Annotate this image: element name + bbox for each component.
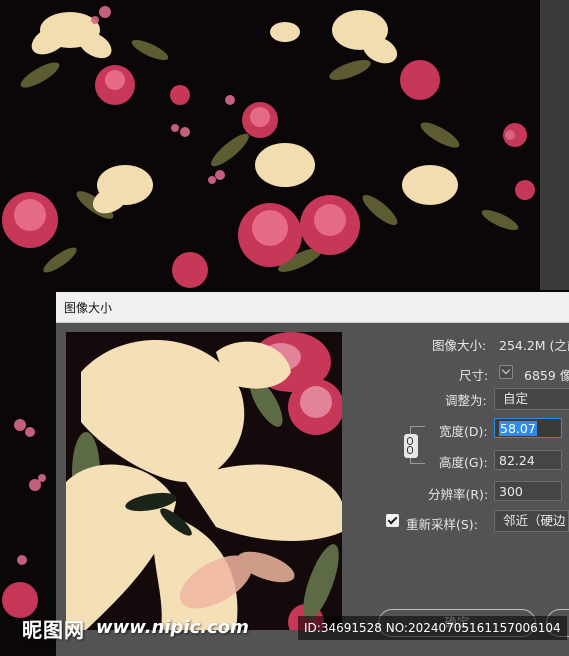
- link-icon[interactable]: [404, 434, 418, 458]
- dialog-title: 图像大小: [64, 301, 113, 315]
- resolution-label: 分辨率(R):: [428, 487, 489, 502]
- height-input[interactable]: 82.24: [494, 450, 562, 470]
- resolution-input[interactable]: 300: [494, 481, 562, 501]
- image-preview[interactable]: [66, 332, 342, 630]
- watermark-logo: 昵图网: [22, 618, 85, 642]
- watermark-id: ID:34691528 NO:20240705161157006104: [298, 616, 567, 640]
- image-size-label: 图像大小:: [432, 338, 487, 353]
- image-size-value: 254.2M (之前: [499, 338, 569, 353]
- fit-to-label: 调整为:: [445, 393, 487, 408]
- resolution-value: 300: [499, 484, 523, 499]
- width-label: 宽度(D):: [439, 424, 488, 439]
- chevron-down-icon[interactable]: [499, 365, 513, 379]
- watermark-url: www.nipic.com: [96, 617, 249, 638]
- workspace-gutter: [540, 0, 569, 290]
- dimensions-label: 尺寸:: [459, 368, 489, 383]
- width-input[interactable]: 58.07: [494, 418, 562, 438]
- preview-artwork: [66, 332, 342, 630]
- height-label: 高度(G):: [439, 455, 488, 470]
- image-size-dialog: 图像大小 图像大小: 254.2M (之 尺寸: 6859 像 调整为: 自定 …: [56, 292, 569, 656]
- resample-value: 邻近（硬边: [503, 513, 566, 528]
- resample-label: 重新采样(S):: [406, 517, 478, 532]
- resample-select[interactable]: 邻近（硬边: [494, 510, 569, 532]
- fit-to-value: 自定: [503, 391, 529, 406]
- fit-to-select[interactable]: 自定: [494, 388, 569, 410]
- dialog-titlebar[interactable]: 图像大小: [56, 292, 569, 323]
- resample-checkbox[interactable]: [386, 514, 399, 527]
- dimensions-value: 6859 像: [524, 368, 569, 383]
- height-value: 82.24: [499, 453, 535, 468]
- width-value: 58.07: [499, 421, 537, 436]
